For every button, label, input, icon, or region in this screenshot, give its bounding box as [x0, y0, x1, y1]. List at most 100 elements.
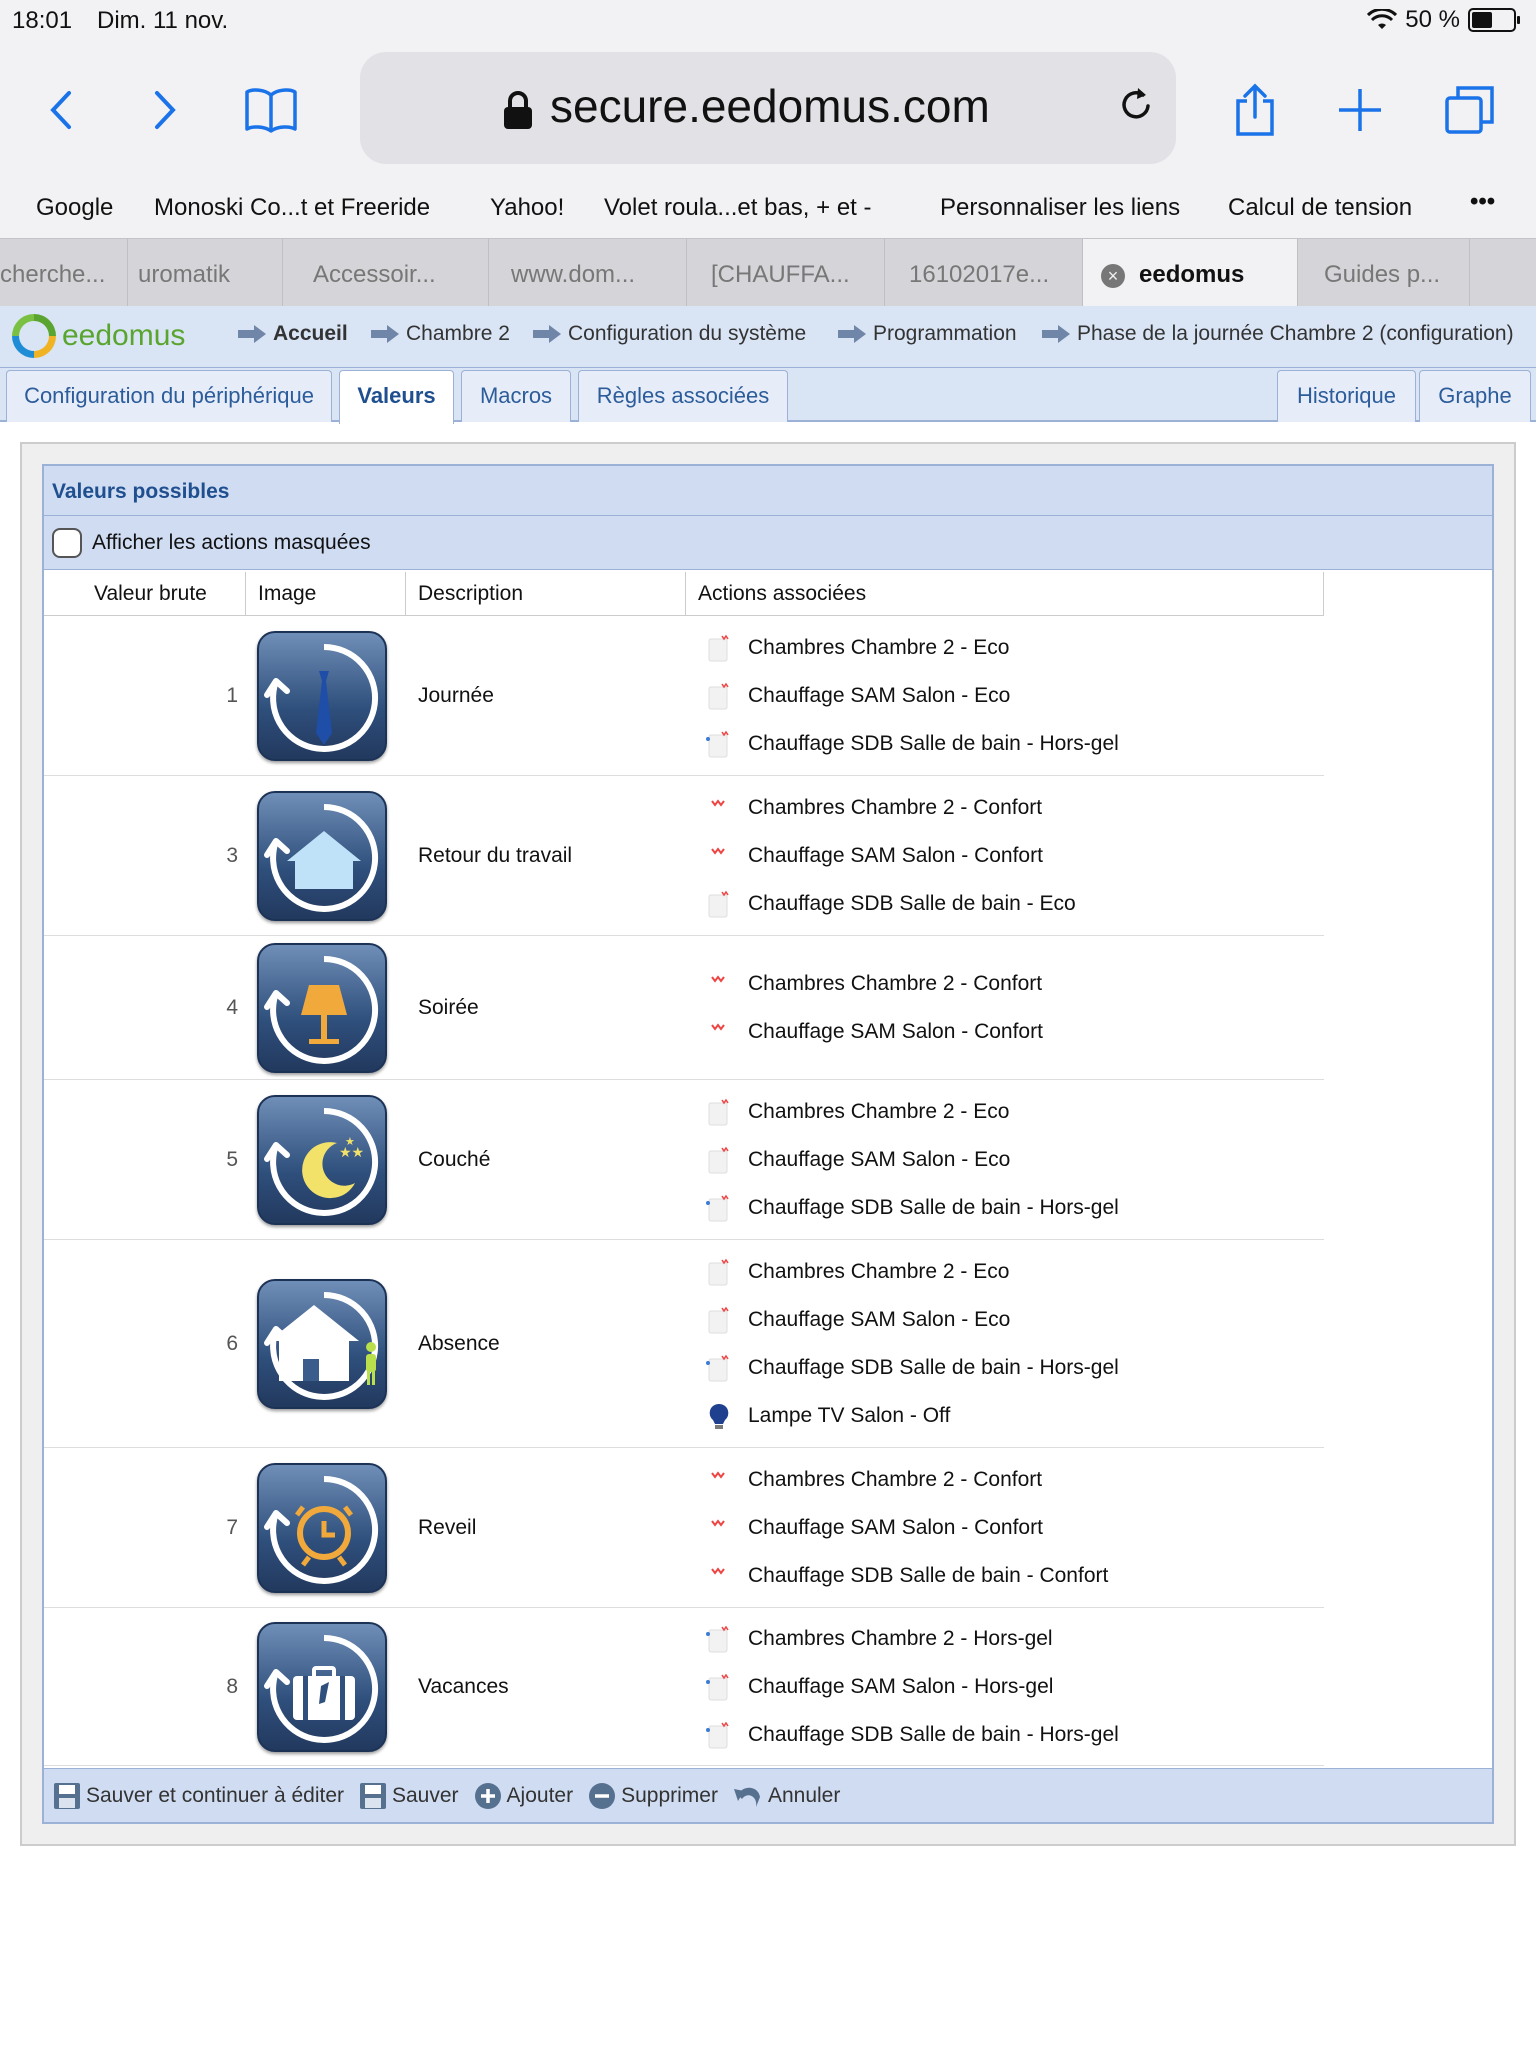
bookmark-monoski[interactable]: Monoski Co...t et Freeride — [154, 194, 430, 222]
col-description: Description — [406, 572, 686, 616]
browser-tab[interactable]: Guides p... — [1298, 239, 1470, 307]
show-hidden-actions[interactable]: Afficher les actions masquées — [44, 516, 1492, 570]
breadcrumb-accueil[interactable]: Accueil — [238, 322, 348, 346]
table-row[interactable]: 7 Reveil Chambres Chambre 2 - Confort Chauf… — [44, 1448, 1324, 1608]
action-item[interactable]: Chauffage SDB Salle de bain - Hors-gel — [704, 1184, 1119, 1232]
action-item[interactable]: Chauffage SDB Salle de bain - Hors-gel — [704, 1344, 1119, 1392]
bookmark-volet[interactable]: Volet roula...et bas, + et - — [604, 194, 872, 222]
browser-tab[interactable]: Accessoir... — [283, 239, 489, 307]
tie-icon[interactable] — [257, 631, 387, 761]
save-continue-button[interactable]: Sauver et continuer à éditer — [52, 1781, 344, 1811]
bookmark-yahoo[interactable]: Yahoo! — [490, 194, 564, 222]
tabs-icon — [1445, 86, 1494, 134]
bulb-icon — [704, 1401, 734, 1431]
browser-tab[interactable]: 16102017e... — [885, 239, 1083, 307]
bookmark-personnaliser[interactable]: Personnaliser les liens — [940, 194, 1180, 222]
action-item[interactable]: Chauffage SAM Salon - Confort — [704, 1504, 1108, 1552]
tab-title: [CHAUFFA... — [711, 261, 850, 288]
tab-historique[interactable]: Historique — [1277, 370, 1416, 422]
phase-description: Absence — [418, 1332, 500, 1355]
browser-tab-active[interactable]: × eedomus — [1083, 239, 1298, 307]
action-item[interactable]: Chambres Chambre 2 - Confort — [704, 1456, 1108, 1504]
delete-button[interactable]: Supprimer — [587, 1781, 718, 1811]
book-icon — [245, 88, 297, 133]
favorites-bar: Google Monoski Co...t et Freeride Yahoo!… — [0, 172, 1536, 238]
alarm-clock-icon[interactable] — [257, 1463, 387, 1593]
action-item[interactable]: Chauffage SAM Salon - Confort — [704, 832, 1076, 880]
table-row[interactable]: 1 Journée Chambres Chambre 2 - Eco Chauffag… — [44, 616, 1324, 776]
tab-macros[interactable]: Macros — [461, 370, 571, 422]
suitcase-icon[interactable] — [257, 1622, 387, 1752]
action-item[interactable]: Chauffage SAM Salon - Eco — [704, 1296, 1119, 1344]
table-row[interactable]: 3 Retour du travail Chambres Chambre 2 - C… — [44, 776, 1324, 936]
action-label: Lampe TV Salon - Off — [748, 1404, 951, 1427]
action-label: Chauffage SAM Salon - Confort — [748, 844, 1043, 867]
back-button[interactable] — [30, 80, 90, 140]
browser-tab[interactable]: uromatik — [128, 239, 283, 307]
action-item[interactable]: Chauffage SAM Salon - Confort — [704, 1008, 1043, 1056]
phase-icon-art — [264, 956, 379, 1064]
table-row[interactable]: 8 Vacances Chambres Chambre 2 - Hors-gel Ch… — [44, 1608, 1324, 1766]
tab-valeurs[interactable]: Valeurs — [339, 370, 454, 424]
bookmarks-button[interactable] — [240, 80, 302, 140]
breadcrumb-programmation[interactable]: Programmation — [838, 322, 1017, 346]
browser-tab[interactable]: [CHAUFFA... — [687, 239, 885, 307]
action-label: Chauffage SDB Salle de bain - Hors-gel — [748, 1723, 1119, 1746]
battery-percent: 50 % — [1405, 6, 1460, 33]
url-text[interactable]: secure.eedomus.com — [550, 79, 990, 133]
table-row[interactable]: 6 Absence Chambres Chambre 2 - Eco Chauffag… — [44, 1240, 1324, 1448]
action-item[interactable]: Chauffage SDB Salle de bain - Eco — [704, 880, 1076, 928]
lamp-icon[interactable] — [257, 943, 387, 1073]
eedomus-logo[interactable]: eedomus — [12, 314, 185, 358]
breadcrumb-chambre[interactable]: Chambre 2 — [371, 322, 510, 346]
phase-icon-art: ★★★ — [264, 1108, 379, 1216]
action-item[interactable]: Chauffage SDB Salle de bain - Hors-gel — [704, 720, 1119, 768]
forward-button[interactable] — [136, 80, 196, 140]
status-bar: 18:01 Dim. 11 nov. 50 % — [0, 0, 1536, 40]
action-item[interactable]: Chambres Chambre 2 - Eco — [704, 1248, 1119, 1296]
action-item[interactable]: Chambres Chambre 2 - Confort — [704, 960, 1043, 1008]
close-tab-icon[interactable]: × — [1101, 264, 1125, 288]
action-label: Chauffage SDB Salle de bain - Hors-gel — [748, 732, 1119, 755]
breadcrumb-config[interactable]: Configuration du système — [533, 322, 806, 346]
action-label: Chambres Chambre 2 - Confort — [748, 1468, 1043, 1491]
action-item[interactable]: Chauffage SDB Salle de bain - Hors-gel — [704, 1711, 1119, 1759]
action-item[interactable]: Chambres Chambre 2 - Eco — [704, 1088, 1119, 1136]
more-bookmarks-button[interactable]: ••• — [1470, 188, 1495, 216]
action-item[interactable]: Chauffage SAM Salon - Hors-gel — [704, 1663, 1119, 1711]
action-item[interactable]: Chauffage SAM Salon - Eco — [704, 1136, 1119, 1184]
table-row[interactable]: 4 Soirée Chambres Chambre 2 - Confort Chauf… — [44, 936, 1324, 1080]
add-button[interactable]: Ajouter — [473, 1781, 573, 1811]
phase-icon-art — [264, 1635, 379, 1743]
raw-value: 1 — [226, 684, 238, 707]
tab-title: cherche... — [0, 261, 106, 288]
browser-tab[interactable]: cherche... — [0, 239, 128, 307]
house-icon[interactable] — [257, 791, 387, 921]
browser-tab[interactable]: www.dom... — [489, 239, 687, 307]
tab-regles[interactable]: Règles associées — [578, 370, 788, 422]
action-item[interactable]: Lampe TV Salon - Off — [704, 1392, 1119, 1440]
reload-icon[interactable] — [1118, 86, 1154, 124]
share-button[interactable] — [1225, 80, 1285, 140]
action-item[interactable]: Chambres Chambre 2 - Eco — [704, 624, 1119, 672]
bookmark-google[interactable]: Google — [36, 194, 113, 222]
phase-icon-art — [264, 644, 379, 752]
action-item[interactable]: Chauffage SDB Salle de bain - Confort — [704, 1552, 1108, 1600]
address-bar[interactable]: secure.eedomus.com — [360, 52, 1176, 164]
cancel-button[interactable]: Annuler — [732, 1781, 840, 1811]
bookmark-calcul[interactable]: Calcul de tension — [1228, 194, 1412, 222]
new-tab-button[interactable] — [1330, 80, 1390, 140]
show-hidden-checkbox[interactable] — [52, 527, 82, 558]
tab-configuration[interactable]: Configuration du périphérique — [6, 370, 332, 422]
house-away-icon[interactable] — [257, 1279, 387, 1409]
moon-icon[interactable]: ★★ ★ — [257, 1095, 387, 1225]
table-row[interactable]: 5 ★★ ★ Couché Chambres Chambre 2 - Eco Chauff… — [44, 1080, 1324, 1240]
action-item[interactable]: Chambres Chambre 2 - Confort — [704, 784, 1076, 832]
save-button[interactable]: Sauver — [358, 1781, 459, 1811]
tab-graphe[interactable]: Graphe — [1419, 370, 1531, 422]
action-item[interactable]: Chauffage SAM Salon - Eco — [704, 672, 1119, 720]
heater-frost-icon — [704, 1624, 734, 1654]
action-item[interactable]: Chambres Chambre 2 - Hors-gel — [704, 1615, 1119, 1663]
breadcrumb-phase[interactable]: Phase de la journée Chambre 2 (configura… — [1042, 322, 1514, 346]
tabs-overview-button[interactable] — [1440, 80, 1500, 140]
